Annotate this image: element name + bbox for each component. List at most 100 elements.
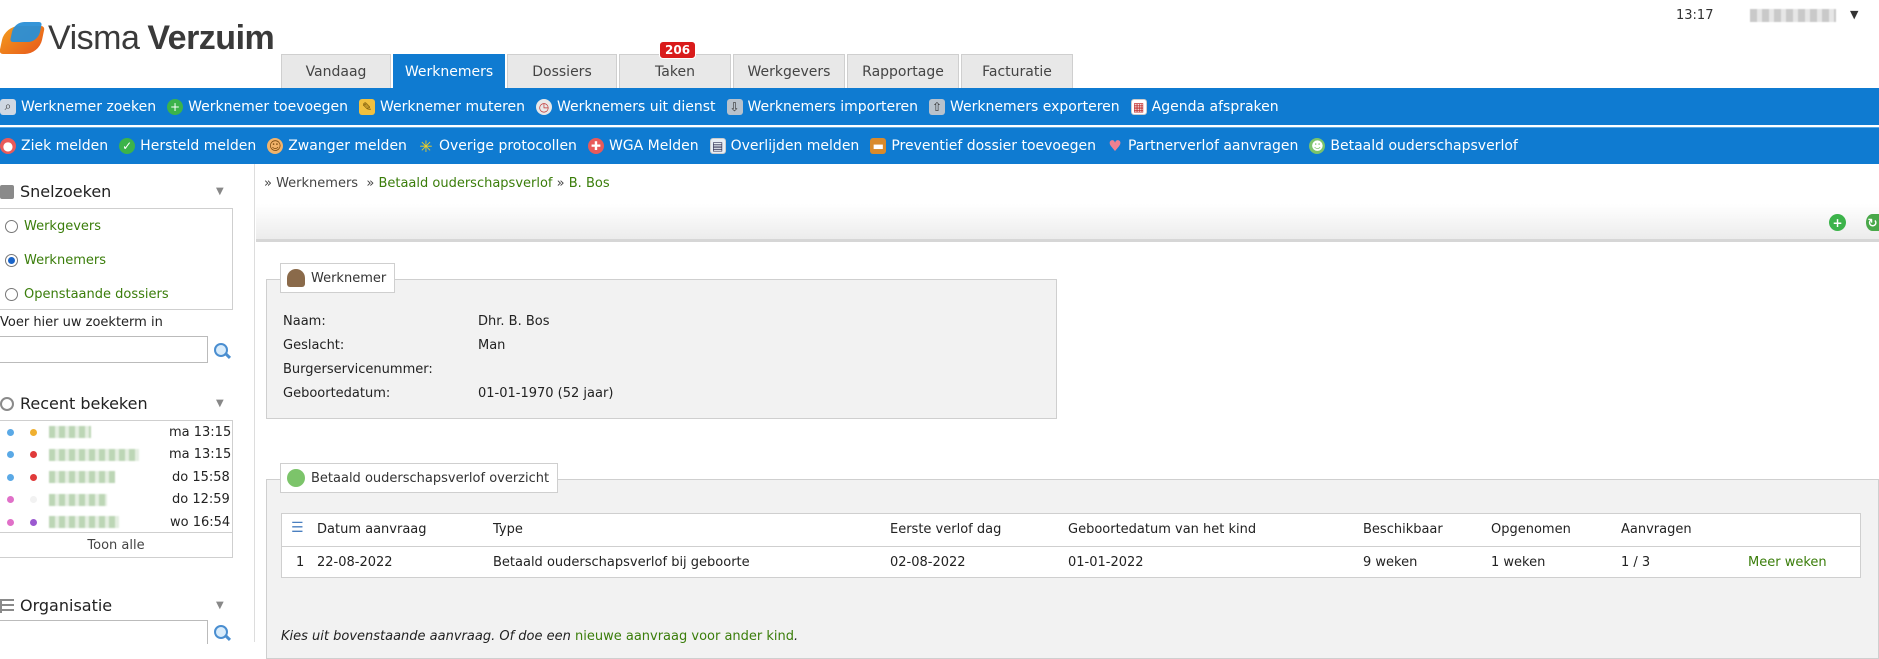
check-circle-icon: ✓ bbox=[119, 138, 136, 154]
column-header: Eerste verlof dag bbox=[890, 522, 1002, 537]
field-value-geslacht: Man bbox=[478, 338, 506, 353]
overview-table: ☰ Datum aanvraag Type Eerste verlof dag … bbox=[281, 513, 1861, 578]
cell-aanvragen: 1 / 3 bbox=[1621, 555, 1651, 570]
radio-button[interactable] bbox=[5, 253, 18, 267]
button-label: Werknemer zoeken bbox=[21, 98, 157, 115]
user-menu-caret-icon[interactable]: ▼ bbox=[1850, 8, 1858, 21]
betaald-ouderschapsverlof-button[interactable]: ☻ Betaald ouderschapsverlof bbox=[1309, 138, 1518, 154]
tab-rapportage[interactable]: Rapportage bbox=[847, 54, 959, 88]
table-row[interactable]: 1 22-08-2022 Betaald ouderschapsverlof b… bbox=[282, 546, 1860, 577]
list-icon: ☰ bbox=[291, 520, 304, 536]
breadcrumb-link-ouderschapsverlof[interactable]: Betaald ouderschapsverlof bbox=[378, 176, 552, 191]
tab-vandaag[interactable]: Vandaag bbox=[281, 54, 391, 88]
agenda-afspraken-button[interactable]: ▦ Agenda afspraken bbox=[1130, 98, 1279, 115]
field-value-geboortedatum: 01-01-1970 (52 jaar) bbox=[478, 386, 614, 401]
button-label: Preventief dossier toevoegen bbox=[891, 138, 1096, 154]
employee-legend: Werknemer bbox=[280, 263, 396, 293]
binoculars-icon bbox=[0, 184, 14, 199]
recent-name-redacted bbox=[49, 516, 119, 529]
recent-item[interactable]: do 15:58 bbox=[0, 466, 232, 489]
recent-item[interactable]: wo 16:54 bbox=[0, 511, 232, 534]
clock-icon bbox=[0, 396, 14, 411]
option-werkgevers[interactable]: Werkgevers bbox=[0, 209, 232, 243]
radio-button[interactable] bbox=[5, 219, 18, 233]
field-label: Geboortedatum: bbox=[283, 386, 391, 401]
search-input[interactable] bbox=[0, 336, 208, 363]
werknemers-exporteren-button[interactable]: ⇧ Werknemers exporteren bbox=[929, 98, 1120, 115]
partnerverlof-aanvragen-button[interactable]: ♥ Partnerverlof aanvragen bbox=[1107, 137, 1298, 155]
toon-alle-button[interactable]: Toon alle bbox=[0, 533, 233, 558]
overlijden-melden-button[interactable]: ▤ Overlijden melden bbox=[709, 138, 860, 154]
organisation-header[interactable]: Organisatie ▼ bbox=[0, 596, 235, 615]
option-openstaande-dossiers[interactable]: Openstaande dossiers bbox=[0, 277, 232, 311]
action-strip: + ↻ bbox=[256, 204, 1879, 242]
legend-label: Werknemer bbox=[311, 270, 387, 286]
button-label: Zwanger melden bbox=[288, 138, 407, 154]
quicksearch-options: Werkgevers Werknemers Openstaande dossie… bbox=[0, 208, 233, 310]
recent-time: wo 16:54 bbox=[170, 514, 231, 530]
tab-taken[interactable]: Taken 206 bbox=[619, 41, 731, 88]
hersteld-melden-button[interactable]: ✓ Hersteld melden bbox=[119, 138, 256, 154]
overige-protocollen-button[interactable]: ✳ Overige protocollen bbox=[418, 137, 577, 156]
recent-item[interactable]: ma 13:15 bbox=[0, 444, 232, 467]
field-value-naam: Dhr. B. Bos bbox=[478, 314, 550, 329]
user-name-redacted[interactable] bbox=[1750, 9, 1836, 22]
search-icon[interactable] bbox=[213, 342, 231, 360]
preventief-dossier-toevoegen-button[interactable]: ▬ Preventief dossier toevoegen bbox=[870, 138, 1096, 154]
meer-weken-link[interactable]: Meer weken bbox=[1748, 555, 1827, 570]
tab-facturatie[interactable]: Facturatie bbox=[961, 54, 1073, 88]
button-label: Werknemers importeren bbox=[747, 98, 919, 115]
werknemer-toolbar: ⌕ Werknemer zoeken + Werknemer toevoegen ✎… bbox=[0, 88, 1879, 125]
button-label: Werknemers exporteren bbox=[950, 98, 1120, 115]
werknemer-zoeken-button[interactable]: ⌕ Werknemer zoeken bbox=[0, 98, 157, 115]
tab-werkgevers[interactable]: Werkgevers bbox=[733, 54, 845, 88]
option-label: Werkgevers bbox=[24, 218, 102, 234]
tab-label: Vandaag bbox=[305, 63, 367, 80]
werknemers-uit-dienst-button[interactable]: ◷ Werknemers uit dienst bbox=[536, 98, 716, 115]
button-label: Werknemers uit dienst bbox=[557, 98, 716, 115]
button-label: Ziek melden bbox=[21, 138, 109, 154]
option-werknemers[interactable]: Werknemers bbox=[0, 243, 232, 277]
family-icon: ☻ bbox=[1309, 138, 1326, 154]
organisation-search-input[interactable] bbox=[0, 620, 208, 644]
quicksearch-header[interactable]: Snelzoeken ▼ bbox=[0, 182, 235, 201]
clock: 13:17 bbox=[1676, 8, 1714, 23]
recent-header[interactable]: Recent bekeken ▼ bbox=[0, 394, 235, 413]
refresh-icon[interactable]: ↻ bbox=[1866, 214, 1879, 231]
family-icon bbox=[287, 469, 305, 487]
visma-verzuim-logo[interactable]: Visma Verzuim bbox=[0, 18, 275, 58]
recent-item[interactable]: do 12:59 bbox=[0, 489, 232, 512]
wga-melden-button[interactable]: ✚ WGA Melden bbox=[587, 138, 699, 154]
button-label: Agenda afspraken bbox=[1151, 98, 1279, 115]
breadcrumb-root[interactable]: » Werknemers bbox=[264, 176, 358, 191]
werknemer-toevoegen-button[interactable]: + Werknemer toevoegen bbox=[167, 98, 348, 115]
werknemer-muteren-button[interactable]: ✎ Werknemer muteren bbox=[359, 98, 525, 115]
ziek-melden-button[interactable]: ● Ziek melden bbox=[0, 138, 108, 154]
app-header: Visma Verzuim 13:17 ▼ Vandaag Werknemers… bbox=[0, 0, 1879, 88]
recent-item[interactable]: ma 13:15 bbox=[0, 421, 232, 444]
brand-bold: Verzuim bbox=[147, 18, 275, 57]
cell-type: Betaald ouderschapsverlof bij geboorte bbox=[493, 555, 750, 570]
collapse-caret-icon[interactable]: ▼ bbox=[216, 600, 224, 611]
radio-button[interactable] bbox=[5, 287, 18, 301]
document-icon: ▤ bbox=[709, 138, 726, 154]
breadcrumb-link-employee[interactable]: B. Bos bbox=[569, 176, 610, 191]
organisation-search-icon[interactable] bbox=[213, 624, 231, 642]
binoculars-icon: ⌕ bbox=[0, 98, 16, 115]
hearts-icon: ♥ bbox=[1108, 137, 1122, 155]
clock-exit-icon: ◷ bbox=[536, 98, 553, 115]
collapse-caret-icon[interactable]: ▼ bbox=[216, 186, 224, 197]
werknemers-importeren-button[interactable]: ⇩ Werknemers importeren bbox=[726, 98, 919, 115]
breadcrumb: » Werknemers » Betaald ouderschapsverlof… bbox=[264, 176, 610, 191]
melding-toolbar: ● Ziek melden ✓ Hersteld melden ☺ Zwanger m… bbox=[0, 127, 1879, 164]
collapse-caret-icon[interactable]: ▼ bbox=[216, 398, 224, 409]
add-icon[interactable]: + bbox=[1829, 214, 1846, 231]
status-dot-icon bbox=[30, 428, 37, 436]
recent-list: ma 13:15 ma 13:15 do 15:58 do 12:59 wo 1… bbox=[0, 420, 233, 533]
overview-legend: Betaald ouderschapsverlof overzicht bbox=[280, 463, 559, 493]
tab-werknemers[interactable]: Werknemers bbox=[393, 54, 505, 88]
zwanger-melden-button[interactable]: ☺ Zwanger melden bbox=[267, 138, 407, 154]
button-label: Overlijden melden bbox=[730, 138, 860, 154]
breadcrumb-separator: » bbox=[556, 176, 565, 191]
tab-dossiers[interactable]: Dossiers bbox=[507, 54, 617, 88]
